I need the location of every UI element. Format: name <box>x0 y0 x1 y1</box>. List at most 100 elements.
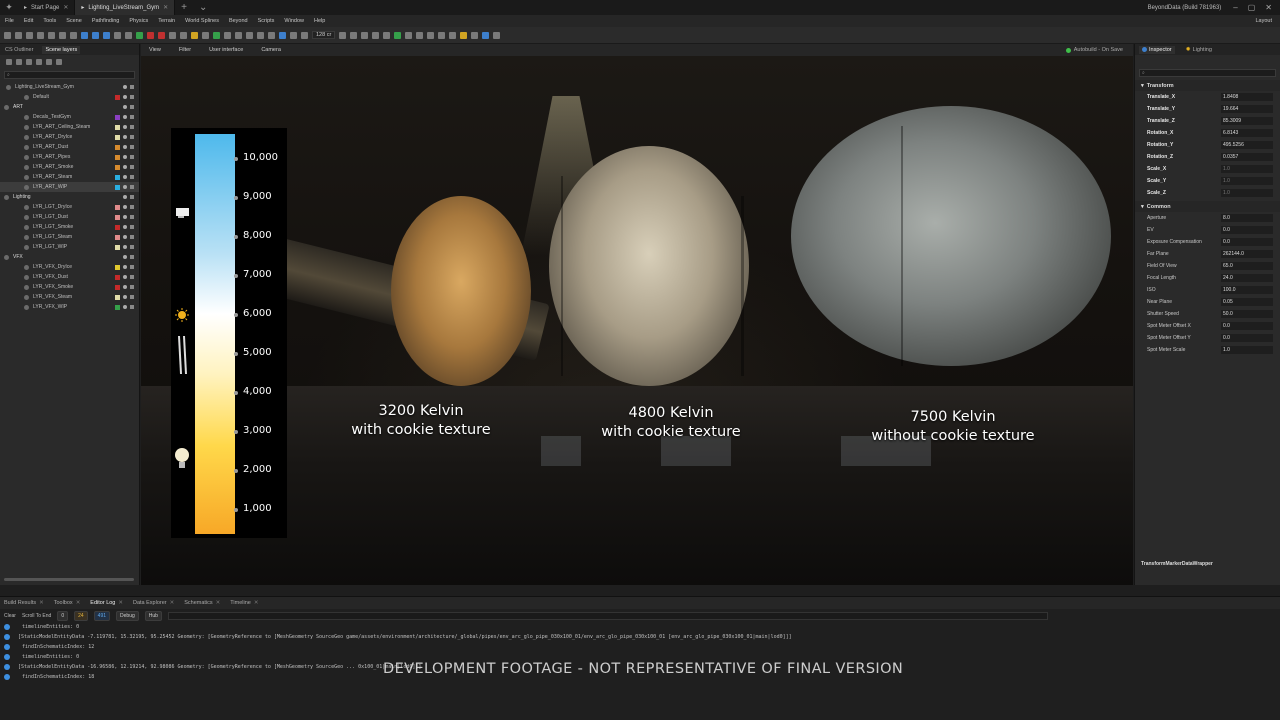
lock-icon[interactable] <box>130 155 134 159</box>
close-icon[interactable]: ✕ <box>63 4 68 11</box>
layer-color-swatch[interactable] <box>115 144 120 150</box>
close-icon[interactable]: ✕ <box>118 600 123 606</box>
visibility-icon[interactable] <box>123 145 127 149</box>
stats-icon[interactable] <box>405 31 413 39</box>
layer-item[interactable]: LYR_ART_Smoke <box>0 162 139 172</box>
tab-toolbox[interactable]: Toolbox ✕ <box>54 600 81 606</box>
viewport-menu-filter[interactable]: Filter <box>179 47 191 53</box>
undo-icon[interactable] <box>15 31 22 39</box>
visibility-icon[interactable] <box>123 185 127 189</box>
menu-tools[interactable]: Tools <box>43 18 56 24</box>
save-icon[interactable] <box>4 31 11 39</box>
inspector-search-input[interactable]: ⌕ <box>1139 69 1276 77</box>
pivot-icon[interactable] <box>361 31 369 39</box>
layer-color-swatch[interactable] <box>115 94 120 100</box>
layer-item[interactable]: Decals_TestGym <box>0 112 139 122</box>
paste-icon[interactable] <box>48 31 55 39</box>
log-search-input[interactable] <box>167 611 1048 620</box>
visibility-icon[interactable] <box>123 155 127 159</box>
lock-icon[interactable] <box>130 105 134 109</box>
visibility-icon[interactable] <box>123 85 127 89</box>
copy-icon[interactable] <box>37 31 44 39</box>
rotate-icon[interactable] <box>92 31 99 39</box>
property-value-field[interactable]: 1.0 <box>1221 165 1273 173</box>
visibility-icon[interactable] <box>123 235 127 239</box>
property-value-field[interactable]: 24.0 <box>1221 274 1273 282</box>
lock-icon[interactable] <box>130 95 134 99</box>
layer-color-swatch[interactable] <box>115 284 120 290</box>
add-tab-icon[interactable]: + <box>175 2 193 13</box>
property-value-field[interactable]: 1.0 <box>1221 189 1273 197</box>
lock-icon[interactable] <box>130 275 134 279</box>
measure-icon[interactable] <box>246 31 253 39</box>
horizontal-scrollbar[interactable] <box>4 578 134 581</box>
snap-icon[interactable] <box>114 31 121 39</box>
property-value-field[interactable]: 8.0 <box>1221 214 1273 222</box>
lock-icon[interactable] <box>130 215 134 219</box>
visibility-icon[interactable] <box>123 275 127 279</box>
visibility-icon[interactable] <box>123 195 127 199</box>
layout-menu[interactable]: Layout <box>1255 18 1280 24</box>
close-icon[interactable]: ✕ <box>254 600 259 606</box>
layer-item[interactable]: LYR_ART_Ceiling_Steam <box>0 122 139 132</box>
lock-icon[interactable] <box>130 205 134 209</box>
menu-file[interactable]: File <box>5 18 14 24</box>
lock-icon[interactable] <box>130 235 134 239</box>
clear-button[interactable]: Clear <box>4 613 16 619</box>
minimize-icon[interactable]: – <box>1233 3 1237 12</box>
lock-icon[interactable] <box>130 265 134 269</box>
menu-beyond[interactable]: Beyond <box>229 18 248 24</box>
layer-item[interactable]: LYR_VFX_WIP <box>0 302 139 312</box>
layer-item[interactable]: LYR_LGT_WIP <box>0 242 139 252</box>
lock-icon[interactable] <box>130 125 134 129</box>
terrain-icon[interactable] <box>213 31 220 39</box>
visibility-icon[interactable] <box>123 295 127 299</box>
visibility-icon[interactable] <box>123 305 127 309</box>
error-count-filter[interactable]: 0 <box>57 610 69 621</box>
visibility-icon[interactable] <box>123 285 127 289</box>
log-row[interactable]: [StaticModelEntityData -7.119781, 15.321… <box>4 632 1280 642</box>
visibility-icon[interactable] <box>123 105 127 109</box>
scroll-to-end-toggle[interactable]: Scroll To End <box>22 613 51 619</box>
audio-icon[interactable] <box>427 31 435 39</box>
property-value-field[interactable]: 85.3009 <box>1221 117 1273 125</box>
property-value-field[interactable]: 0.0 <box>1221 334 1273 342</box>
layer-search-input[interactable]: ⌕ <box>4 71 135 79</box>
close-icon[interactable]: ✕ <box>170 600 175 606</box>
layer-color-swatch[interactable] <box>115 164 120 170</box>
link-icon[interactable] <box>16 58 22 65</box>
viewport-menu-view[interactable]: View <box>149 47 161 53</box>
property-value-field[interactable]: 19.664 <box>1221 105 1273 113</box>
menu-scripts[interactable]: Scripts <box>258 18 275 24</box>
physics-debug-icon[interactable] <box>416 31 424 39</box>
menu-window[interactable]: Window <box>284 18 304 24</box>
close-icon[interactable]: ✕ <box>76 600 81 606</box>
visibility-icon[interactable] <box>123 115 127 119</box>
viewport-menu-camera[interactable]: Camera <box>261 47 281 53</box>
tab-data-explorer[interactable]: Data Explorer ✕ <box>133 600 174 606</box>
fog-icon[interactable] <box>460 31 468 39</box>
layer-item[interactable]: LYR_ART_Pipes <box>0 152 139 162</box>
property-value-field[interactable]: 0.0 <box>1221 238 1273 246</box>
layer-item[interactable]: LYR_VFX_Smoke <box>0 282 139 292</box>
layer-item[interactable]: LYR_LGT_Dust <box>0 212 139 222</box>
layer-item[interactable]: LYR_ART_WIP <box>0 182 139 192</box>
visibility-icon[interactable] <box>123 215 127 219</box>
property-value-field[interactable]: 0.0357 <box>1221 153 1273 161</box>
tab-start-page[interactable]: ▸ Start Page ✕ <box>18 0 76 15</box>
layer-color-swatch[interactable] <box>115 154 120 160</box>
lighting-icon[interactable] <box>372 31 380 39</box>
menu-scene[interactable]: Scene <box>66 18 82 24</box>
menu-pathfinding[interactable]: Pathfinding <box>92 18 120 24</box>
layer-color-swatch[interactable] <box>115 294 120 300</box>
layer-color-swatch[interactable] <box>115 204 120 210</box>
lock-icon[interactable] <box>130 85 134 89</box>
layer-color-swatch[interactable] <box>115 304 120 310</box>
snap-grid-icon[interactable] <box>339 31 347 39</box>
lock-icon[interactable] <box>130 145 134 149</box>
scene-root[interactable]: Lighting_LiveStream_Gym <box>0 82 139 92</box>
tab-schematics[interactable]: Schematics ✕ <box>184 600 220 606</box>
property-value-field[interactable]: 0.05 <box>1221 298 1273 306</box>
autobuild-status[interactable]: Autobuild - On Save <box>1065 47 1133 53</box>
stop-icon[interactable] <box>158 31 165 39</box>
